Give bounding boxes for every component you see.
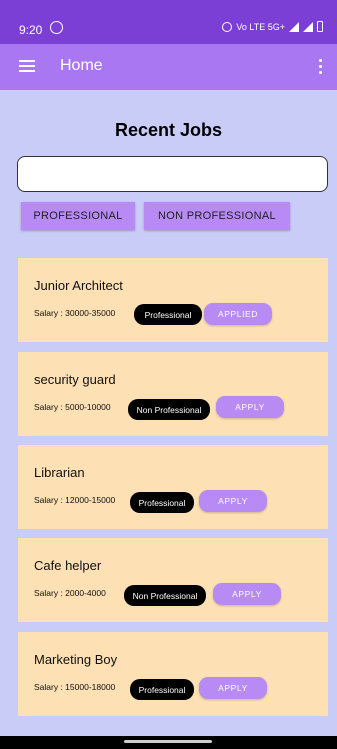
job-salary: Salary : 30000-35000 — [34, 308, 116, 318]
job-salary: Salary : 12000-15000 — [34, 495, 116, 505]
page-title: Recent Jobs — [114, 120, 223, 140]
job-category-tag: Professional — [130, 492, 194, 513]
job-card[interactable]: Cafe helper Salary : 2000-4000 Non Profe… — [18, 538, 328, 622]
more-vertical-icon[interactable] — [319, 59, 323, 75]
job-title: Junior Architect — [34, 278, 123, 293]
status-time: 9:20 — [19, 23, 43, 37]
job-title: Marketing Boy — [34, 652, 118, 667]
signal-icon — [289, 21, 299, 32]
job-category-tag: Professional — [130, 679, 194, 700]
job-title: security guard — [34, 372, 116, 387]
applied-button[interactable]: APPLIED — [204, 303, 272, 325]
app-bar-title: Home — [60, 57, 103, 74]
non-professional-filter-button[interactable]: NON PROFESSIONAL — [144, 202, 290, 230]
job-salary: Salary : 5000-10000 — [34, 402, 111, 412]
apply-button[interactable]: APPLY — [199, 490, 267, 512]
search-input[interactable] — [17, 156, 328, 192]
job-category-tag: Professional — [134, 304, 202, 325]
job-salary: Salary : 15000-18000 — [34, 682, 116, 692]
job-title: Cafe helper — [34, 558, 102, 573]
apply-button[interactable]: APPLY — [216, 396, 284, 418]
whatsapp-icon — [50, 21, 63, 34]
gesture-handle[interactable] — [124, 740, 212, 743]
job-salary: Salary : 2000-4000 — [34, 588, 106, 598]
system-nav-bar — [0, 736, 337, 749]
app-bar: Home — [0, 44, 337, 90]
status-icons: Vo LTE 5G+ — [222, 21, 323, 32]
alarm-icon — [222, 21, 233, 32]
apply-button[interactable]: APPLY — [213, 583, 281, 605]
job-card[interactable]: security guard Salary : 5000-10000 Non P… — [18, 352, 328, 436]
network-type-label: Vo LTE 5G+ — [236, 21, 285, 32]
job-category-tag: Non Professional — [124, 585, 206, 606]
battery-icon — [317, 21, 323, 32]
professional-filter-button[interactable]: PROFESSIONAL — [21, 202, 135, 230]
apply-button[interactable]: APPLY — [199, 677, 267, 699]
job-category-tag: Non Professional — [128, 399, 210, 420]
job-card[interactable]: Marketing Boy Salary : 15000-18000 Profe… — [18, 632, 328, 716]
job-card[interactable]: Junior Architect Salary : 30000-35000 Pr… — [18, 258, 328, 342]
job-card[interactable]: Librarian Salary : 12000-15000 Professio… — [18, 445, 328, 529]
hamburger-menu-icon[interactable] — [19, 60, 35, 72]
signal-icon-2 — [303, 21, 313, 32]
status-bar: 9:20 Vo LTE 5G+ — [0, 0, 337, 44]
job-title: Librarian — [34, 465, 85, 480]
